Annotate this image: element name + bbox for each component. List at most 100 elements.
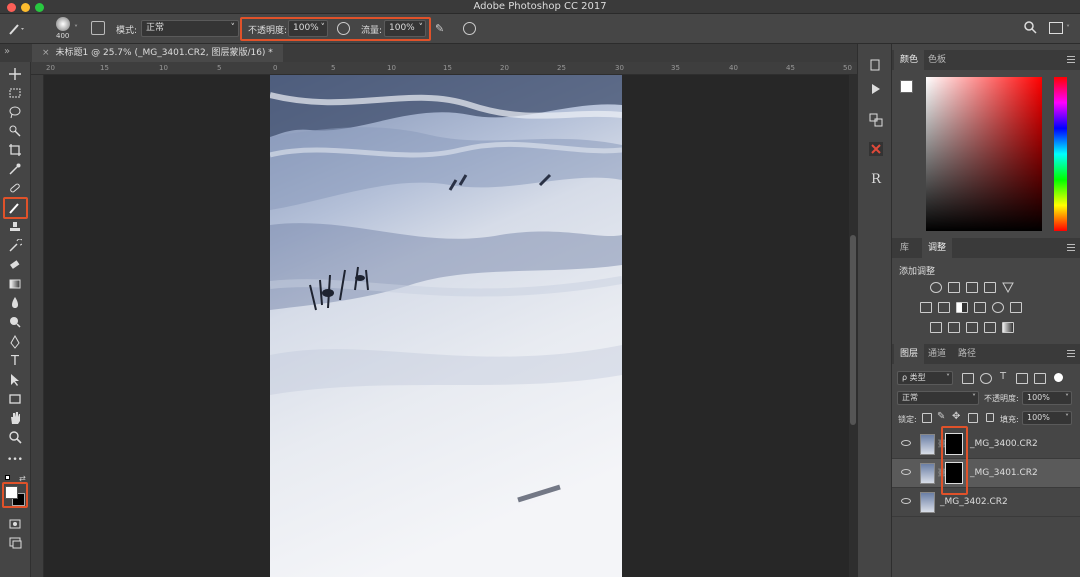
lock-artboard-icon[interactable]: [968, 413, 978, 423]
brightness-icon[interactable]: [930, 282, 942, 293]
default-colors-icon[interactable]: [5, 475, 10, 480]
panel-collapse-icon[interactable]: »: [4, 46, 10, 57]
document-tab[interactable]: × 未标题1 @ 25.7% (_MG_3401.CR2, 图层蒙版/16) *: [32, 44, 283, 62]
tab-libraries[interactable]: 库: [894, 238, 915, 258]
color-field[interactable]: [926, 77, 1042, 231]
selective-color-icon[interactable]: [984, 322, 996, 333]
workspace-chevron-icon[interactable]: ˅: [1066, 24, 1070, 33]
posterize-icon[interactable]: [948, 322, 960, 333]
filter-adjustment-icon[interactable]: [980, 373, 992, 384]
filter-toggle-icon[interactable]: [1054, 373, 1063, 382]
move-tool-icon[interactable]: [7, 66, 23, 82]
blur-tool-icon[interactable]: [7, 295, 23, 311]
layer-mask-highlight: [941, 426, 968, 495]
curves-icon[interactable]: [966, 282, 978, 293]
canvas-scrollbar[interactable]: [849, 75, 857, 577]
type-tool-icon[interactable]: T: [7, 353, 23, 369]
ruler-tick-label: 0: [273, 64, 278, 72]
lasso-tool-icon[interactable]: [7, 104, 23, 120]
ruler-tick-label: 25: [557, 64, 566, 72]
tab-adjustments[interactable]: 调整: [922, 238, 953, 258]
ruler-tick-label: 10: [387, 64, 396, 72]
crop-tool-icon[interactable]: [7, 142, 23, 158]
gradient-tool-icon[interactable]: [7, 276, 23, 292]
plugin-r-icon[interactable]: R: [868, 171, 884, 187]
visibility-eye-icon[interactable]: [901, 440, 911, 446]
color-balance-icon[interactable]: [938, 302, 950, 313]
tab-swatches[interactable]: 色板: [922, 50, 952, 70]
layer-opacity-input[interactable]: 100% ˅: [1022, 391, 1072, 405]
plugin-x-icon[interactable]: [868, 141, 884, 157]
photo-filter-icon[interactable]: [974, 302, 986, 313]
adjust-panel-menu-icon[interactable]: [1067, 244, 1075, 251]
scrollbar-thumb[interactable]: [850, 235, 856, 425]
channel-mixer-icon[interactable]: [992, 302, 1004, 313]
healing-brush-tool-icon[interactable]: [7, 180, 23, 196]
color-panel-menu-icon[interactable]: [1067, 56, 1075, 63]
hand-tool-icon[interactable]: [7, 410, 23, 426]
clone-stamp-tool-icon[interactable]: [7, 219, 23, 235]
brush-tool-preset-icon[interactable]: [8, 22, 26, 39]
vibrance-icon[interactable]: [1002, 282, 1014, 294]
hue-slider[interactable]: [1054, 77, 1067, 231]
lock-transparent-icon[interactable]: [922, 413, 932, 423]
dodge-tool-icon[interactable]: [7, 314, 23, 330]
quick-mask-icon[interactable]: [7, 516, 23, 532]
filter-type-icon[interactable]: T: [1000, 371, 1006, 382]
path-selection-tool-icon[interactable]: [7, 372, 23, 388]
close-tab-icon[interactable]: ×: [42, 48, 50, 58]
filter-shape-icon[interactable]: [1016, 373, 1028, 384]
pressure-size-icon[interactable]: [463, 22, 476, 35]
layer-row-selected[interactable]: ⛓ _MG_3401.CR2: [892, 459, 1080, 488]
airbrush-icon[interactable]: ✎: [435, 22, 444, 35]
panel-foreground-swatch[interactable]: [900, 80, 913, 93]
invert-icon[interactable]: [930, 322, 942, 333]
marquee-tool-icon[interactable]: [7, 85, 23, 101]
black-white-icon[interactable]: [956, 302, 968, 313]
layer-row[interactable]: ⛓ _MG_3400.CR2: [892, 430, 1080, 459]
layer-row[interactable]: _MG_3402.CR2: [892, 488, 1080, 517]
layer-filter-select[interactable]: ρ 类型 ˅: [897, 371, 953, 385]
snow-photo: [270, 75, 622, 577]
threshold-icon[interactable]: [966, 322, 978, 333]
document-canvas[interactable]: [44, 75, 849, 577]
more-tools-icon[interactable]: •••: [7, 452, 23, 468]
blend-mode-select[interactable]: 正常 ˅: [897, 391, 979, 405]
tab-layers[interactable]: 图层: [894, 344, 925, 364]
mode-select[interactable]: 正常 ˅: [141, 20, 239, 37]
layer-thumbnail: [920, 434, 935, 455]
actions-play-icon[interactable]: [868, 81, 884, 97]
screen-mode-icon[interactable]: [7, 535, 23, 551]
properties-panel-icon[interactable]: [868, 112, 884, 128]
pen-tool-icon[interactable]: [7, 334, 23, 350]
layers-panel-menu-icon[interactable]: [1067, 350, 1075, 357]
quick-selection-tool-icon[interactable]: [7, 123, 23, 139]
zoom-tool-icon[interactable]: [7, 429, 23, 445]
brush-panel-toggle-icon[interactable]: [91, 21, 105, 35]
history-brush-tool-icon[interactable]: [7, 238, 23, 254]
visibility-eye-icon[interactable]: [901, 498, 911, 504]
filter-smart-object-icon[interactable]: [1034, 373, 1046, 384]
eraser-tool-icon[interactable]: [7, 257, 23, 273]
brush-picker-chevron-icon[interactable]: ˅: [74, 24, 78, 33]
levels-icon[interactable]: [948, 282, 960, 293]
lock-position-icon[interactable]: ✥: [952, 411, 960, 422]
lock-pixels-icon[interactable]: ✎: [937, 411, 945, 422]
rectangle-tool-icon[interactable]: [7, 391, 23, 407]
fill-input[interactable]: 100% ˅: [1022, 411, 1072, 425]
eyedropper-tool-icon[interactable]: [7, 161, 23, 177]
filter-pixel-icon[interactable]: [962, 373, 974, 384]
color-lookup-icon[interactable]: [1010, 302, 1022, 313]
brush-preview-icon[interactable]: [56, 17, 70, 31]
lock-all-icon[interactable]: [986, 413, 994, 422]
search-icon[interactable]: [1024, 21, 1037, 37]
visibility-eye-icon[interactable]: [901, 469, 911, 475]
gradient-map-icon[interactable]: [1002, 322, 1014, 333]
workspace-icon[interactable]: [1049, 22, 1063, 34]
history-panel-icon[interactable]: [868, 58, 884, 74]
tab-channels[interactable]: 通道: [922, 344, 952, 364]
exposure-icon[interactable]: [984, 282, 996, 293]
tab-paths[interactable]: 路径: [952, 344, 982, 364]
hue-saturation-icon[interactable]: [920, 302, 932, 313]
tab-color[interactable]: 颜色: [894, 50, 925, 70]
